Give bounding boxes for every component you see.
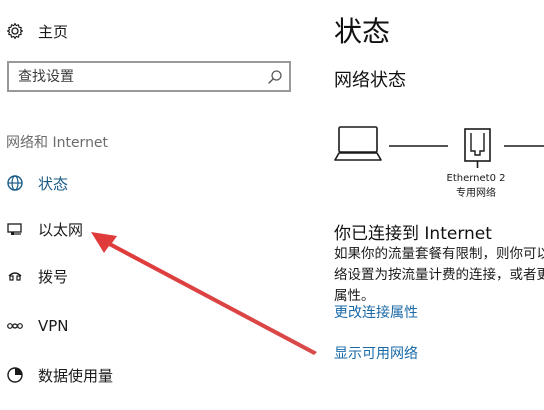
sidebar-item-label: 拨号 — [38, 267, 69, 286]
adapter-type: 专用网络 — [456, 188, 496, 199]
computer-icon — [334, 126, 382, 161]
content-pane: 状态 网络状态 Ethernet0 2 专用网络 你已连接到 Internet … — [334, 0, 544, 410]
sidebar-item-label: 数据使用量 — [38, 366, 114, 385]
sidebar-item-data-usage[interactable]: 数据使用量 — [0, 358, 300, 392]
search-input[interactable] — [9, 63, 261, 90]
change-connection-properties-link[interactable]: 更改连接属性 — [334, 302, 418, 322]
search-icon[interactable] — [261, 63, 289, 90]
ethernet-icon — [5, 219, 25, 239]
sidebar-item-label: VPN — [38, 317, 69, 335]
navigation-pane: 主页 网络和 Internet 状态 — [0, 0, 310, 410]
network-status-heading: 网络状态 — [334, 70, 406, 91]
dialup-icon — [5, 266, 25, 286]
home-nav-item[interactable]: 主页 — [6, 18, 68, 44]
sidebar-item-label: 状态 — [38, 174, 69, 193]
sidebar-item-vpn[interactable]: VPN — [0, 309, 300, 343]
sidebar-item-ethernet[interactable]: 以太网 — [0, 212, 300, 246]
adapter-label: Ethernet0 2 专用网络 — [430, 171, 522, 201]
ethernet-adapter-icon — [464, 128, 491, 168]
data-usage-icon — [5, 365, 25, 385]
search-box — [7, 61, 291, 92]
vpn-icon — [5, 316, 25, 336]
home-label: 主页 — [38, 22, 69, 41]
section-title: 网络和 Internet — [6, 135, 109, 151]
connection-description: 如果你的流量套餐有限制，则你可以将此网络设置为按流量计费的连接，或者更改其他属性… — [334, 246, 544, 304]
sidebar-item-status[interactable]: 状态 — [0, 166, 300, 200]
page-title: 状态 — [334, 15, 391, 48]
settings-window: 主页 网络和 Internet 状态 — [0, 0, 544, 410]
globe-icon — [5, 173, 25, 193]
gear-icon — [6, 22, 24, 40]
show-available-networks-link[interactable]: 显示可用网络 — [334, 343, 418, 363]
adapter-name: Ethernet0 2 — [446, 173, 506, 184]
connection-status-title: 你已连接到 Internet — [334, 224, 492, 244]
sidebar-item-dialup[interactable]: 拨号 — [0, 259, 300, 293]
sidebar-item-label: 以太网 — [38, 220, 84, 239]
